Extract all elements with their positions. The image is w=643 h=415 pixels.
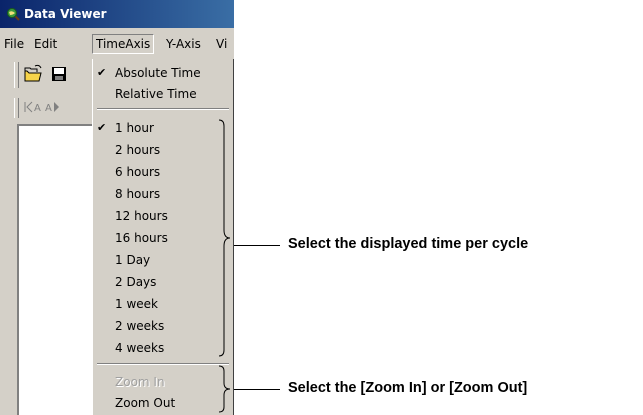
menu-item-6-hours[interactable]: 6 hours: [93, 162, 233, 182]
previous-icon[interactable]: A: [44, 98, 64, 116]
save-icon[interactable]: [48, 63, 70, 85]
menu-view[interactable]: Vi: [216, 35, 227, 53]
menu-item-12-hours[interactable]: 12 hours: [93, 206, 233, 226]
menu-item-1-hour[interactable]: ✔ 1 hour: [93, 118, 233, 138]
timeaxis-dropdown-menu: ✔ Absolute Time Relative Time ✔ 1 hour 2…: [92, 59, 234, 415]
zoom-leader-line: [234, 389, 280, 390]
menu-item-1-day[interactable]: 1 Day: [93, 250, 233, 270]
check-icon: ✔: [97, 66, 107, 79]
menu-timeaxis[interactable]: TimeAxis: [92, 34, 155, 54]
magnifier-globe-icon: [7, 8, 20, 21]
menu-edit[interactable]: Edit: [34, 35, 57, 53]
first-page-icon[interactable]: A: [22, 98, 42, 116]
title-bar[interactable]: Data Viewer: [0, 0, 234, 28]
open-folder-icon[interactable]: [22, 63, 44, 85]
menu-item-8-hours[interactable]: 8 hours: [93, 184, 233, 204]
zoom-annotation: Select the [Zoom In] or [Zoom Out]: [288, 380, 528, 396]
menu-bar: File Edit TimeAxis Y-Axis Vi: [0, 31, 234, 55]
span-annotation: Select the displayed time per cycle: [288, 236, 529, 252]
menu-file[interactable]: File: [4, 35, 24, 53]
data-viewer-window: Data Viewer File Edit TimeAxis Y-Axis Vi…: [0, 0, 234, 415]
menu-item-absolute-time[interactable]: ✔ Absolute Time: [93, 63, 233, 83]
menu-item-zoom-out[interactable]: Zoom Out: [93, 393, 233, 413]
svg-text:A: A: [34, 103, 41, 114]
menu-item-4-weeks[interactable]: 4 weeks: [93, 338, 233, 358]
menu-item-1-week[interactable]: 1 week: [93, 294, 233, 314]
span-leader-line: [234, 245, 280, 246]
menu-item-2-days[interactable]: 2 Days: [93, 272, 233, 292]
window-title: Data Viewer: [24, 7, 107, 21]
menu-item-16-hours[interactable]: 16 hours: [93, 228, 233, 248]
time-span-brace: [218, 119, 231, 357]
menu-y-axis[interactable]: Y-Axis: [166, 35, 201, 53]
check-icon: ✔: [97, 121, 107, 134]
menu-separator: [97, 108, 229, 110]
zoom-brace: [218, 365, 231, 413]
menu-item-zoom-in[interactable]: Zoom In: [93, 372, 233, 392]
menu-item-2-weeks[interactable]: 2 weeks: [93, 316, 233, 336]
svg-text:A: A: [45, 103, 52, 114]
menu-item-relative-time[interactable]: Relative Time: [93, 84, 233, 104]
menu-item-2-hours[interactable]: 2 hours: [93, 140, 233, 160]
menu-separator: [97, 363, 229, 365]
